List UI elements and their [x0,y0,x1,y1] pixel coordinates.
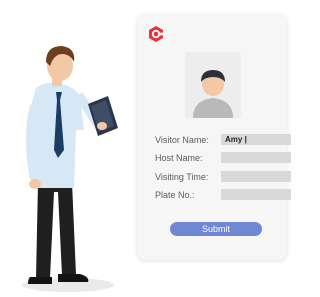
visitor-name-field[interactable] [221,134,291,145]
businessman-with-tablet-illustration [22,46,118,292]
submit-button[interactable]: Submit [170,222,262,236]
plate-no-row: Plate No.: [155,189,295,202]
host-name-label: Host Name: [155,153,203,163]
host-name-row: Host Name: [155,152,295,165]
visiting-time-row: Visiting Time: [155,171,295,184]
plate-no-label: Plate No.: [155,190,195,200]
brand-logo-icon [149,26,163,42]
visiting-time-field[interactable] [221,171,291,182]
visiting-time-label: Visiting Time: [155,172,209,182]
visitor-avatar-icon [193,70,233,118]
visitor-registration-card: Visitor Name: Host Name: Visiting Time: … [137,14,291,260]
visitor-name-row: Visitor Name: [155,134,295,147]
host-name-field[interactable] [221,152,291,163]
visitor-photo [185,52,241,118]
visitor-name-label: Visitor Name: [155,135,209,145]
plate-no-field[interactable] [221,189,291,200]
